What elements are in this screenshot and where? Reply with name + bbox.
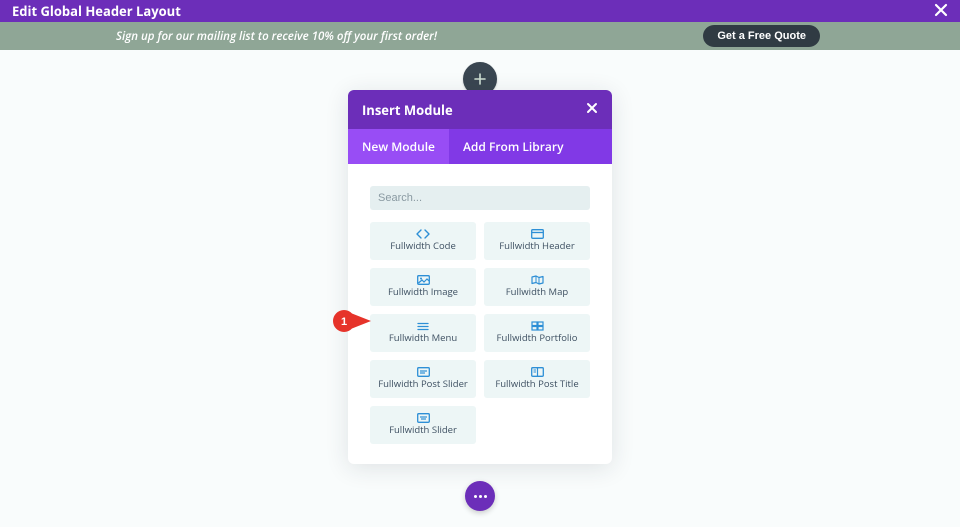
get-quote-button[interactable]: Get a Free Quote [703,25,820,47]
module-fullwidth-image[interactable]: Fullwidth Image [370,268,476,306]
module-label: Fullwidth Map [506,287,568,297]
close-editor-icon[interactable] [934,3,948,19]
builder-fab-button[interactable] [465,481,495,511]
menu-icon [417,322,429,331]
module-fullwidth-post-slider[interactable]: Fullwidth Post Slider [370,360,476,398]
module-fullwidth-map[interactable]: Fullwidth Map [484,268,590,306]
module-grid: Fullwidth Code Fullwidth Header Fullwidt… [370,222,590,444]
module-fullwidth-header[interactable]: Fullwidth Header [484,222,590,260]
module-label: Fullwidth Post Slider [378,379,468,389]
module-label: Fullwidth Header [499,241,574,251]
global-header-editor-bar: Edit Global Header Layout [0,0,960,22]
post-title-icon [531,367,544,377]
modal-body: Fullwidth Code Fullwidth Header Fullwidt… [348,164,612,464]
portfolio-icon [531,321,544,331]
modal-tabs: New Module Add From Library [348,129,612,164]
close-modal-icon[interactable] [586,100,598,119]
slider-icon [417,413,430,423]
tab-new-module[interactable]: New Module [348,129,449,164]
post-slider-icon [417,367,430,377]
module-fullwidth-portfolio[interactable]: Fullwidth Portfolio [484,314,590,352]
image-icon [417,275,430,285]
map-icon [531,275,544,285]
module-label: Fullwidth Menu [389,333,457,343]
module-label: Fullwidth Image [388,287,458,297]
module-fullwidth-post-title[interactable]: Fullwidth Post Title [484,360,590,398]
promo-bar: Sign up for our mailing list to receive … [0,22,960,50]
module-fullwidth-code[interactable]: Fullwidth Code [370,222,476,260]
modal-title: Insert Module [362,101,453,119]
code-icon [416,229,430,239]
module-fullwidth-menu[interactable]: Fullwidth Menu [370,314,476,352]
annotation-number: 1 [341,316,347,328]
module-label: Fullwidth Post Title [495,379,578,389]
module-fullwidth-slider[interactable]: Fullwidth Slider [370,406,476,444]
more-icon [474,495,487,498]
promo-text: Sign up for our mailing list to receive … [116,29,437,44]
header-icon [531,229,544,239]
module-label: Fullwidth Portfolio [497,333,578,343]
module-label: Fullwidth Slider [389,425,457,435]
modal-header: Insert Module [348,90,612,129]
page-title: Edit Global Header Layout [12,2,181,20]
tab-add-from-library[interactable]: Add From Library [449,129,578,164]
insert-module-modal: Insert Module New Module Add From Librar… [348,90,612,464]
module-label: Fullwidth Code [390,241,456,251]
module-search-input[interactable] [370,186,590,210]
